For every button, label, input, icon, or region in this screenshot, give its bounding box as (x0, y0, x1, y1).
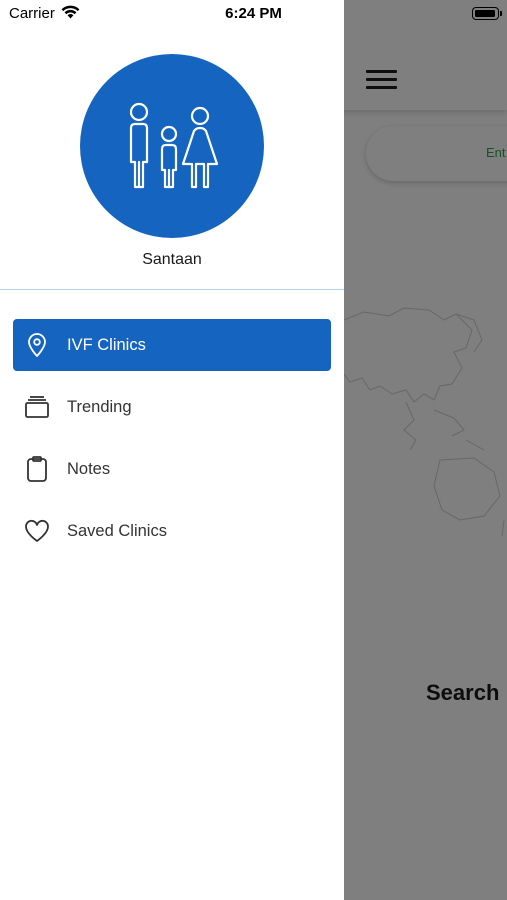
app-name: Santaan (142, 251, 202, 268)
status-time: 6:24 PM (225, 5, 282, 22)
menu-item-trending[interactable]: Trending (13, 381, 331, 433)
menu-item-label: Trending (67, 398, 132, 416)
menu-item-notes[interactable]: Notes (13, 443, 331, 495)
menu-item-label: Saved Clinics (67, 522, 167, 540)
drawer-divider (0, 289, 344, 290)
menu-item-label: IVF Clinics (67, 336, 146, 354)
menu-item-saved-clinics[interactable]: Saved Clinics (13, 505, 331, 557)
clipboard-icon (27, 456, 47, 482)
heart-icon (25, 519, 49, 542)
location-pin-icon (28, 333, 46, 357)
stack-icon (25, 396, 49, 418)
menu-item-ivf-clinics[interactable]: IVF Clinics (13, 319, 331, 371)
family-logo-icon (80, 54, 264, 238)
navigation-drawer: Carrier 6:24 PM Santaan IVF Clinics Tren… (0, 0, 344, 900)
menu-item-label: Notes (67, 460, 111, 478)
app-screen: Ent Search Carrier 6:24 PM (0, 0, 507, 900)
